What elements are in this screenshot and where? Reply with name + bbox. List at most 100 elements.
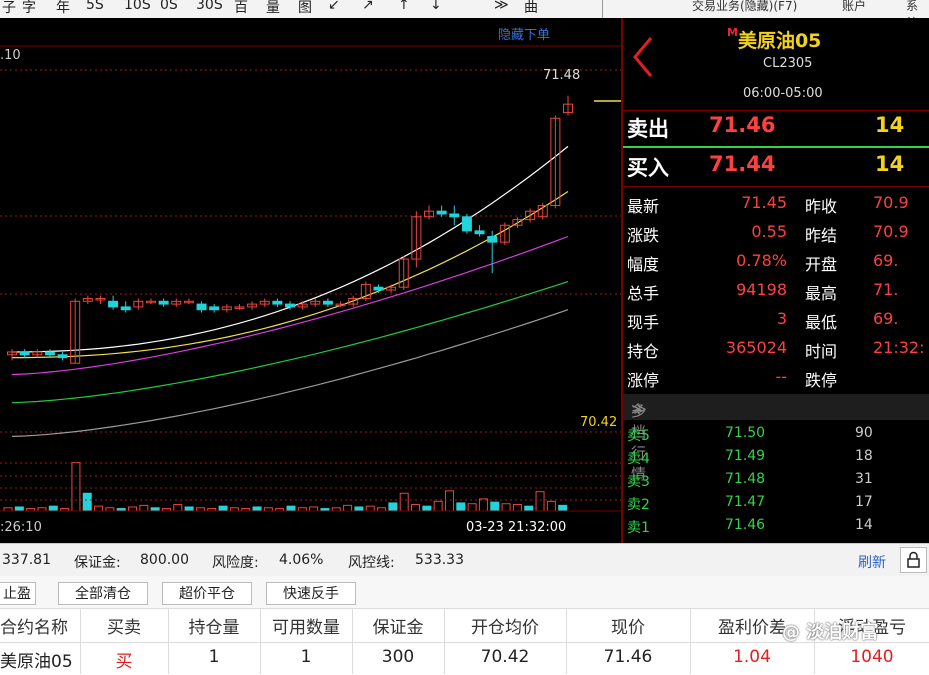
toolbar-tool-13[interactable]: ↓ <box>430 0 442 13</box>
ask-label: 卖出 <box>627 117 669 141</box>
quote-k1: 涨跌 <box>627 226 660 245</box>
depth-k: 卖2 <box>627 497 650 513</box>
depth-row[interactable]: 卖4 71.49 18 <box>623 446 929 469</box>
depth-row[interactable]: 卖5 71.50 90 <box>623 423 929 446</box>
volume-bar <box>535 491 545 512</box>
toolbar-tool-8[interactable]: 量 <box>266 0 280 17</box>
refresh-button[interactable]: 刷新 <box>858 552 886 572</box>
column-header[interactable]: 可用数量 <box>260 613 352 638</box>
toolbar-tool-5[interactable]: 0S <box>160 0 178 13</box>
column-divider <box>444 608 445 674</box>
volume-bar <box>399 492 409 512</box>
spread-divider <box>623 146 929 148</box>
candle-body <box>474 230 485 235</box>
candle-body <box>158 300 169 305</box>
toolbar-tool-4[interactable]: 10S <box>124 0 151 13</box>
column-divider <box>690 608 691 674</box>
quick-reverse-button[interactable]: 快速反手 <box>266 582 356 605</box>
toolbar-tool-3[interactable]: 5S <box>86 0 104 13</box>
column-header[interactable]: 保证金 <box>352 613 444 638</box>
candle-body <box>449 213 460 218</box>
column-divider <box>80 608 81 674</box>
column-header[interactable]: 开仓均价 <box>444 613 566 638</box>
depth-k: 卖3 <box>627 474 650 490</box>
quote-v2: 70.9 <box>873 193 909 212</box>
depth-k: 卖5 <box>627 428 650 444</box>
top-menu-2[interactable]: 系统 <box>906 0 929 18</box>
toolbar-tool-10[interactable]: ↙ <box>328 0 340 13</box>
candlestick-chart[interactable]: 隐藏下单 .10 71.48 70.42 :26:10 03-23 21:32:… <box>0 18 621 543</box>
column-header[interactable]: 买卖 <box>80 613 168 638</box>
toolbar-tool-2[interactable]: 年 <box>56 0 70 17</box>
column-header[interactable]: 合约名称 <box>0 613 80 638</box>
column-divider <box>260 608 261 674</box>
toolbar-tool-7[interactable]: 百 <box>234 0 248 17</box>
candle-body <box>120 306 131 311</box>
toolbar-tool-1[interactable]: 字 <box>22 0 36 17</box>
expand-icon[interactable]: ≫ <box>631 400 647 418</box>
depth-row[interactable]: 卖3 71.48 31 <box>623 469 929 492</box>
quote-k2: 最高 <box>805 284 838 303</box>
back-arrow-icon[interactable] <box>627 34 661 80</box>
toolbar-tool-14[interactable]: ≫ <box>494 0 509 13</box>
bid-row[interactable]: 买入 71.44 14 <box>623 150 929 184</box>
close-all-button[interactable]: 全部清仓 <box>58 582 148 605</box>
quote-k2: 昨结 <box>805 226 838 245</box>
quote-k1: 幅度 <box>627 255 660 274</box>
top-menu-0[interactable]: 交易业务(隐藏)(F7) <box>692 0 797 14</box>
volume-bar <box>252 506 262 512</box>
depth-q: 90 <box>855 425 873 441</box>
take-profit-button[interactable]: 止盈 <box>0 582 36 605</box>
quote-k1: 持仓 <box>627 342 660 361</box>
toolbar-tool-12[interactable]: ↑ <box>398 0 410 13</box>
quote-v1: 365024 <box>725 338 787 357</box>
contract-symbol: M美原油05 <box>727 26 821 53</box>
quote-row: 涨停 -- 跌停 <box>623 363 929 391</box>
quote-row: 涨跌 0.55 昨结 70.9 <box>623 218 929 246</box>
divider <box>623 186 929 187</box>
candle-body <box>487 236 498 243</box>
quote-v2: 69. <box>873 309 899 328</box>
toolbar-tool-15[interactable]: 曲 <box>524 0 538 17</box>
bid-price: 71.44 <box>709 152 776 176</box>
depth-row[interactable]: 卖2 71.47 17 <box>623 492 929 515</box>
depth-row[interactable]: 卖1 71.46 14 <box>623 515 929 538</box>
volume-bar <box>128 506 138 512</box>
volume-bar <box>343 504 353 512</box>
trading-session: 06:00-05:00 <box>743 86 823 101</box>
ask-row[interactable]: 卖出 71.46 14 <box>623 111 929 145</box>
volume-bar <box>490 501 500 512</box>
quote-k1: 总手 <box>627 284 660 303</box>
candle-body <box>436 210 447 215</box>
depth-header[interactable]: 多档行情 ≫ <box>623 394 929 483</box>
toolbar-tool-0[interactable]: 子 <box>2 0 16 17</box>
hide-orders-link[interactable]: 隐藏下单 <box>498 24 550 43</box>
table-row[interactable]: 美原油05 买 1 1 300 70.42 71.46 1.04 1040 <box>0 642 929 675</box>
toolbar-tool-9[interactable]: 图 <box>298 0 312 17</box>
depth-q: 18 <box>855 448 873 464</box>
toolbar-tool-11[interactable]: ↗ <box>362 0 374 13</box>
table-cell: 1 <box>208 647 220 667</box>
toolbar-tool-6[interactable]: 30S <box>196 0 223 13</box>
chart-canvas <box>0 45 621 512</box>
ma-line-ma40 <box>11 281 569 404</box>
column-divider <box>566 608 567 674</box>
depth-k: 卖1 <box>627 520 650 536</box>
quote-v1: 71.45 <box>741 193 787 212</box>
depth-p: 71.50 <box>725 425 766 441</box>
table-cell: 71.46 <box>603 647 653 667</box>
riskline-label: 风控线: <box>348 555 395 571</box>
candle-body <box>461 216 472 232</box>
column-header[interactable]: 持仓量 <box>168 613 260 638</box>
top-menu-1[interactable]: 账户 <box>842 0 866 14</box>
candle-body <box>108 300 119 308</box>
column-header[interactable]: 现价 <box>566 613 690 638</box>
quote-v1: 0.55 <box>751 222 787 241</box>
margin-label: 保证金: <box>74 555 121 571</box>
candle-body <box>272 300 283 305</box>
lock-button[interactable] <box>900 547 927 573</box>
overprice-close-button[interactable]: 超价平仓 <box>162 582 252 605</box>
volume-bar <box>48 505 58 512</box>
depth-q: 14 <box>855 517 873 533</box>
account-balance: 337.81 <box>2 552 51 568</box>
